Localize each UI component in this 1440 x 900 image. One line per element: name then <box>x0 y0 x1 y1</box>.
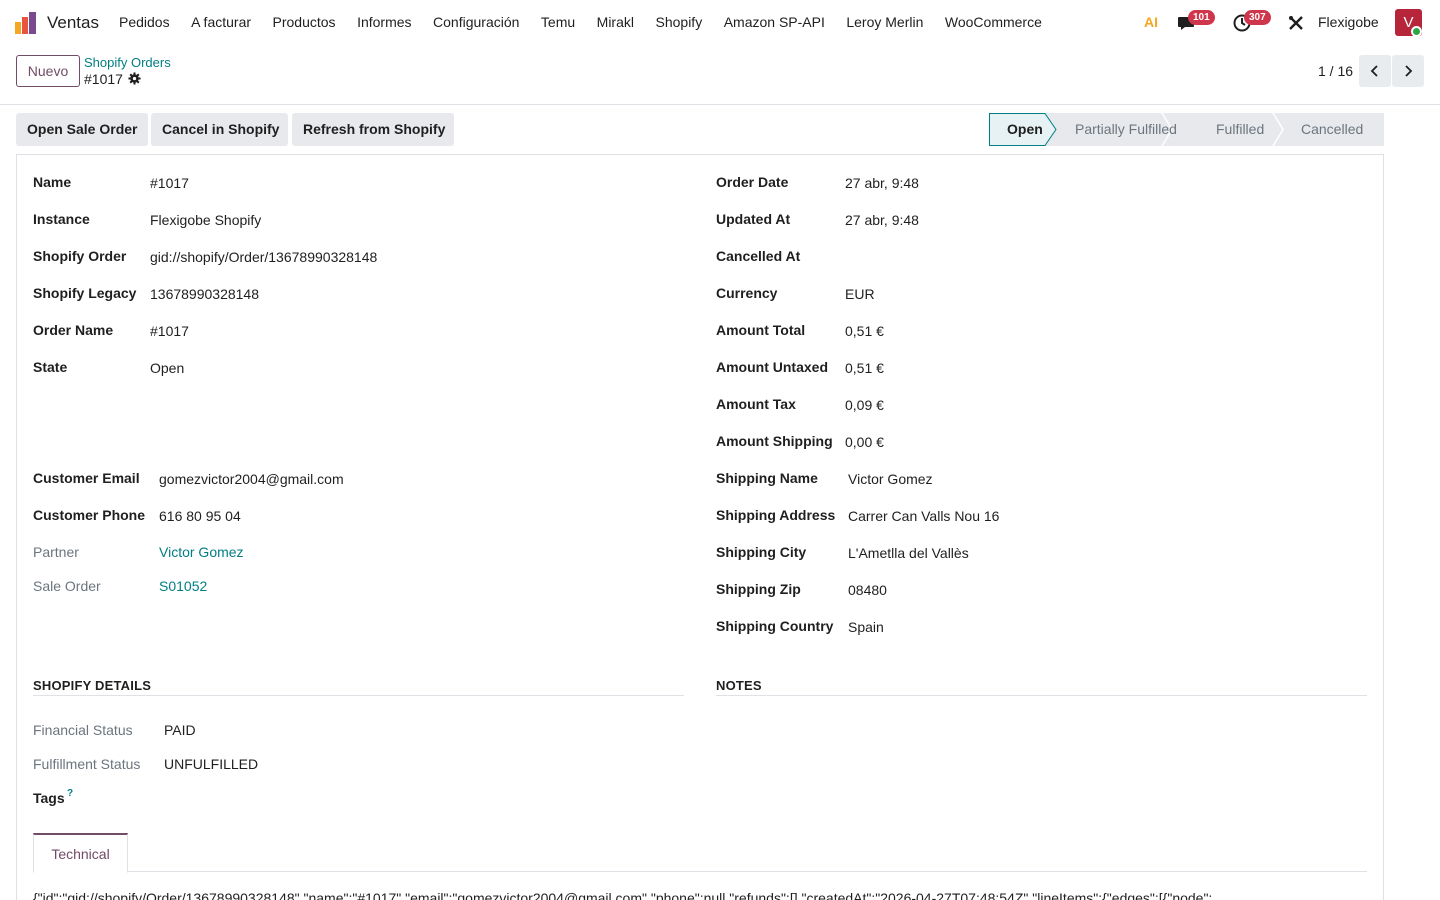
field-value-financial-status[interactable]: PAID <box>164 722 196 738</box>
menu-item-productos[interactable]: Productos <box>273 14 336 30</box>
status-bar: Open Partially Fulfilled Fulfilled Cance… <box>989 113 1384 146</box>
field-label-currency: Currency <box>716 285 778 301</box>
menu-item-pedidos[interactable]: Pedidos <box>119 14 170 30</box>
menu-item-informes[interactable]: Informes <box>357 14 411 30</box>
field-label-instance: Instance <box>33 211 90 227</box>
field-value-order-date[interactable]: 27 abr, 9:48 <box>845 175 919 191</box>
field-label-tags: Tags <box>33 790 65 806</box>
field-value-order-name[interactable]: #1017 <box>150 323 189 339</box>
field-label-order-name: Order Name <box>33 322 114 338</box>
field-label-shopify-legacy: Shopify Legacy <box>33 285 137 301</box>
pager-value[interactable]: 1 / 16 <box>1318 63 1353 79</box>
menu-item-shopify[interactable]: Shopify <box>656 14 703 30</box>
main-menu: Pedidos A facturar Productos Informes Co… <box>119 14 1063 30</box>
field-label-amount-shipping: Amount Shipping <box>716 433 833 449</box>
gear-icon[interactable] <box>128 72 141 85</box>
field-label-customer-phone: Customer Phone <box>33 507 146 523</box>
tab-technical[interactable]: Technical <box>33 833 128 873</box>
new-button[interactable]: Nuevo <box>16 55 80 87</box>
menu-item-amazon-sp-api[interactable]: Amazon SP-API <box>724 14 825 30</box>
messages-badge: 101 <box>1188 10 1215 25</box>
refresh-from-shopify-button[interactable]: Refresh from Shopify <box>292 113 454 146</box>
tags-help-icon[interactable]: ? <box>67 788 73 799</box>
field-value-shipping-name[interactable]: Victor Gomez <box>848 471 933 487</box>
field-label-cancelled-at: Cancelled At <box>716 248 801 264</box>
top-navbar: Ventas Pedidos A facturar Productos Info… <box>0 0 1440 46</box>
field-label-sale-order: Sale Order <box>33 578 101 594</box>
sale-order-link[interactable]: S01052 <box>159 578 207 594</box>
field-value-updated-at[interactable]: 27 abr, 9:48 <box>845 212 919 228</box>
field-value-shopify-order[interactable]: gid://shopify/Order/13678990328148 <box>150 249 377 265</box>
field-label-shipping-country: Shipping Country <box>716 618 834 634</box>
chevron-right-icon <box>1405 65 1413 77</box>
field-label-amount-tax: Amount Tax <box>716 396 796 412</box>
sales-app-icon[interactable] <box>15 12 37 34</box>
field-label-name: Name <box>33 174 72 190</box>
section-divider <box>33 695 684 696</box>
field-value-shipping-zip[interactable]: 08480 <box>848 582 887 598</box>
breadcrumb-current: #1017 <box>84 71 123 87</box>
field-value-shopify-legacy[interactable]: 13678990328148 <box>150 286 259 302</box>
ai-icon[interactable]: AI <box>1144 14 1158 30</box>
pager-next-button[interactable] <box>1392 55 1424 87</box>
field-value-amount-total[interactable]: 0,51 € <box>845 323 884 339</box>
company-switcher[interactable]: Flexigobe <box>1318 14 1379 30</box>
field-label-amount-untaxed: Amount Untaxed <box>716 359 828 375</box>
activities-badge: 307 <box>1244 10 1271 25</box>
field-value-currency[interactable]: EUR <box>845 286 875 302</box>
stage-separator-icon <box>1272 113 1284 146</box>
field-label-shipping-zip: Shipping Zip <box>716 581 801 597</box>
status-stage-open[interactable]: Open <box>1007 113 1043 146</box>
pager-previous-button[interactable] <box>1359 55 1391 87</box>
field-label-updated-at: Updated At <box>716 211 791 227</box>
field-label-amount-total: Amount Total <box>716 322 806 338</box>
menu-item-mirakl[interactable]: Mirakl <box>597 14 634 30</box>
cancel-in-shopify-button[interactable]: Cancel in Shopify <box>151 113 288 146</box>
field-value-amount-shipping[interactable]: 0,00 € <box>845 434 884 450</box>
field-value-instance[interactable]: Flexigobe Shopify <box>150 212 261 228</box>
notebook-tabs: Technical <box>33 833 1367 873</box>
section-title-notes: NOTES <box>716 678 762 693</box>
menu-item-temu[interactable]: Temu <box>541 14 575 30</box>
field-label-shipping-city: Shipping City <box>716 544 807 560</box>
field-label-fulfillment-status: Fulfillment Status <box>33 756 141 772</box>
field-value-amount-untaxed[interactable]: 0,51 € <box>845 360 884 376</box>
field-value-customer-email[interactable]: gomezvictor2004@gmail.com <box>159 471 344 487</box>
field-label-shipping-name: Shipping Name <box>716 470 818 486</box>
field-label-partner: Partner <box>33 544 79 560</box>
menu-item-leroy-merlin[interactable]: Leroy Merlin <box>846 14 923 30</box>
field-value-name[interactable]: #1017 <box>150 175 189 191</box>
field-value-shipping-address[interactable]: Carrer Can Valls Nou 16 <box>848 508 999 524</box>
menu-item-woocommerce[interactable]: WooCommerce <box>945 14 1042 30</box>
field-label-customer-email: Customer Email <box>33 470 140 486</box>
menu-item-configuracion[interactable]: Configuración <box>433 14 519 30</box>
raw-json-field[interactable]: {"id":"gid://shopify/Order/1367899032814… <box>33 890 1367 900</box>
status-stage-partially-fulfilled[interactable]: Partially Fulfilled <box>1075 113 1177 146</box>
open-sale-order-button[interactable]: Open Sale Order <box>16 113 148 146</box>
field-label-order-date: Order Date <box>716 174 789 190</box>
status-stage-fulfilled[interactable]: Fulfilled <box>1216 113 1264 146</box>
tools-icon[interactable] <box>1287 14 1305 32</box>
chevron-left-icon <box>1370 65 1378 77</box>
app-name[interactable]: Ventas <box>47 13 99 33</box>
field-value-state[interactable]: Open <box>150 360 184 376</box>
field-label-shipping-address: Shipping Address <box>716 507 836 523</box>
partner-link[interactable]: Victor Gomez <box>159 544 244 560</box>
presence-online-icon <box>1411 26 1422 37</box>
field-value-customer-phone[interactable]: 616 80 95 04 <box>159 508 241 524</box>
field-label-state: State <box>33 359 68 375</box>
field-label-shopify-order: Shopify Order <box>33 248 127 264</box>
breadcrumb-parent-link[interactable]: Shopify Orders <box>84 55 171 70</box>
field-label-financial-status: Financial Status <box>33 722 133 738</box>
section-title-shopify-details: SHOPIFY DETAILS <box>33 678 152 693</box>
field-value-amount-tax[interactable]: 0,09 € <box>845 397 884 413</box>
field-value-shipping-city[interactable]: L'Ametlla del Vallès <box>848 545 969 561</box>
status-stage-cancelled[interactable]: Cancelled <box>1301 113 1363 146</box>
field-value-shipping-country[interactable]: Spain <box>848 619 884 635</box>
control-panel: Nuevo Shopify Orders #1017 1 / 16 <box>0 46 1440 105</box>
menu-item-a-facturar[interactable]: A facturar <box>191 14 251 30</box>
form-sheet <box>16 154 1384 900</box>
field-value-fulfillment-status[interactable]: UNFULFILLED <box>164 756 258 772</box>
section-divider <box>716 695 1367 696</box>
